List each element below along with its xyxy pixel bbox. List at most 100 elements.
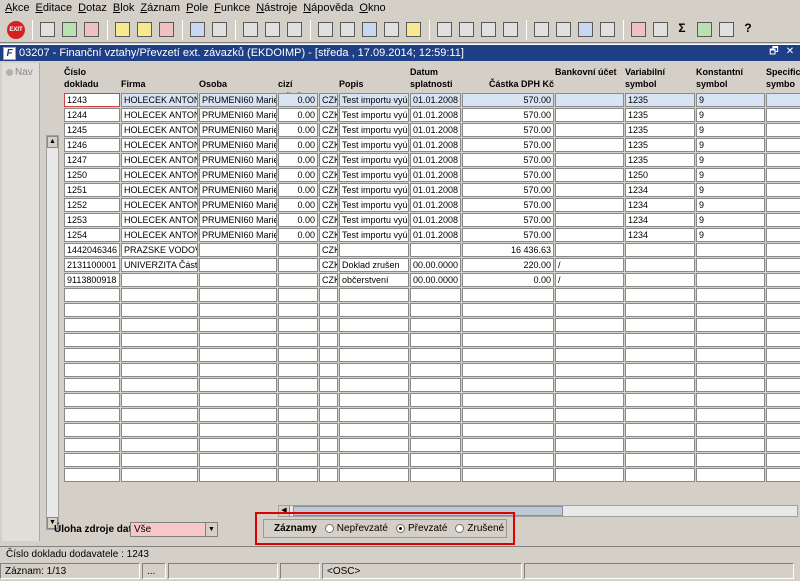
empty-cell[interactable] bbox=[696, 333, 765, 347]
table-cell-datum[interactable]: 00.00.0000 bbox=[410, 258, 461, 272]
menu-blok[interactable]: Blok bbox=[111, 0, 138, 17]
table-cell-bank[interactable]: / bbox=[555, 273, 624, 287]
settings-button[interactable] bbox=[403, 20, 423, 40]
filter-button[interactable] bbox=[209, 20, 229, 40]
table-cell-osoba[interactable] bbox=[199, 258, 277, 272]
table-cell-bank[interactable] bbox=[555, 108, 624, 122]
table-cell-ss[interactable] bbox=[766, 258, 800, 272]
empty-cell[interactable] bbox=[555, 303, 624, 317]
table-cell-bank[interactable] bbox=[555, 138, 624, 152]
menu-funkce[interactable]: Funkce bbox=[212, 0, 254, 17]
menu-dotaz[interactable]: Dotaz bbox=[76, 0, 111, 17]
empty-cell[interactable] bbox=[64, 288, 120, 302]
empty-cell[interactable] bbox=[199, 318, 277, 332]
table-cell-cizi[interactable] bbox=[278, 273, 318, 287]
table-cell-cizi[interactable] bbox=[278, 258, 318, 272]
empty-cell[interactable] bbox=[555, 318, 624, 332]
empty-cell[interactable] bbox=[339, 468, 409, 482]
table-cell-cislo[interactable]: 1246 bbox=[64, 138, 120, 152]
table-cell-bank[interactable] bbox=[555, 153, 624, 167]
table-cell-bank[interactable]: / bbox=[555, 258, 624, 272]
attach-button[interactable] bbox=[262, 20, 282, 40]
empty-cell[interactable] bbox=[319, 423, 338, 437]
table-cell-datum[interactable]: 01.01.2008 bbox=[410, 168, 461, 182]
empty-cell[interactable] bbox=[462, 288, 554, 302]
empty-cell[interactable] bbox=[121, 393, 198, 407]
globe-button[interactable] bbox=[575, 20, 595, 40]
table-cell-vs[interactable]: 1234 bbox=[625, 228, 695, 242]
empty-cell[interactable] bbox=[319, 318, 338, 332]
empty-cell[interactable] bbox=[462, 438, 554, 452]
empty-cell[interactable] bbox=[462, 333, 554, 347]
empty-cell[interactable] bbox=[766, 318, 800, 332]
empty-cell[interactable] bbox=[625, 288, 695, 302]
empty-cell[interactable] bbox=[339, 408, 409, 422]
empty-cell[interactable] bbox=[64, 348, 120, 362]
table-cell-mena[interactable]: CZK bbox=[319, 138, 338, 152]
table-cell-cislo[interactable]: 1252 bbox=[64, 198, 120, 212]
empty-cell[interactable] bbox=[766, 408, 800, 422]
table-cell-datum[interactable]: 01.01.2008 bbox=[410, 153, 461, 167]
empty-cell[interactable] bbox=[555, 423, 624, 437]
empty-cell[interactable] bbox=[766, 438, 800, 452]
empty-cell[interactable] bbox=[462, 408, 554, 422]
table-cell-popis[interactable]: Test importu vyúč bbox=[339, 228, 409, 242]
empty-cell[interactable] bbox=[696, 303, 765, 317]
empty-cell[interactable] bbox=[696, 318, 765, 332]
empty-cell[interactable] bbox=[319, 468, 338, 482]
empty-cell[interactable] bbox=[64, 468, 120, 482]
vertical-scrollbar[interactable]: ▲ ▼ bbox=[46, 135, 59, 530]
table-cell-osoba[interactable] bbox=[199, 243, 277, 257]
table-cell-mena[interactable]: CZK bbox=[319, 183, 338, 197]
table-cell-ks[interactable]: 9 bbox=[696, 123, 765, 137]
empty-cell[interactable] bbox=[625, 363, 695, 377]
table-cell-firma[interactable]: HOLECEK ANTONIN bbox=[121, 228, 198, 242]
table-cell-bank[interactable] bbox=[555, 183, 624, 197]
table-cell-datum[interactable]: 01.01.2008 bbox=[410, 213, 461, 227]
table-cell-osoba[interactable]: PRUMENI60 Marie bbox=[199, 168, 277, 182]
empty-cell[interactable] bbox=[462, 318, 554, 332]
empty-cell[interactable] bbox=[319, 348, 338, 362]
table-cell-firma[interactable]: HOLECEK ANTONIN bbox=[121, 198, 198, 212]
table-cell-cizi[interactable]: 0.00 bbox=[278, 213, 318, 227]
table-cell-osoba[interactable]: PRUMENI60 Marie bbox=[199, 123, 277, 137]
table-cell-popis[interactable]: občerstvení bbox=[339, 273, 409, 287]
empty-cell[interactable] bbox=[121, 408, 198, 422]
empty-cell[interactable] bbox=[319, 333, 338, 347]
empty-cell[interactable] bbox=[278, 303, 318, 317]
empty-cell[interactable] bbox=[64, 303, 120, 317]
table-cell-firma[interactable]: HOLECEK ANTONIN bbox=[121, 183, 198, 197]
empty-cell[interactable] bbox=[555, 363, 624, 377]
table-cell-ss[interactable] bbox=[766, 168, 800, 182]
empty-cell[interactable] bbox=[410, 318, 461, 332]
table-cell-cislo[interactable]: 2131100001 bbox=[64, 258, 120, 272]
table-cell-castka[interactable]: 570.00 bbox=[462, 168, 554, 182]
table-cell-cizi[interactable]: 0.00 bbox=[278, 168, 318, 182]
empty-cell[interactable] bbox=[625, 438, 695, 452]
table-cell-bank[interactable] bbox=[555, 243, 624, 257]
empty-cell[interactable] bbox=[696, 288, 765, 302]
mail-button[interactable] bbox=[284, 20, 304, 40]
table-cell-firma[interactable]: UNIVERZITA Část: E bbox=[121, 258, 198, 272]
query-execute-button[interactable] bbox=[134, 20, 154, 40]
table-cell-cizi[interactable]: 0.00 bbox=[278, 93, 318, 107]
empty-cell[interactable] bbox=[319, 453, 338, 467]
empty-cell[interactable] bbox=[319, 303, 338, 317]
table-cell-popis[interactable] bbox=[339, 243, 409, 257]
empty-cell[interactable] bbox=[319, 363, 338, 377]
empty-cell[interactable] bbox=[555, 453, 624, 467]
empty-cell[interactable] bbox=[278, 408, 318, 422]
empty-cell[interactable] bbox=[121, 333, 198, 347]
table-cell-osoba[interactable]: PRUMENI60 Marie bbox=[199, 183, 277, 197]
empty-cell[interactable] bbox=[278, 333, 318, 347]
empty-cell[interactable] bbox=[199, 303, 277, 317]
empty-cell[interactable] bbox=[199, 468, 277, 482]
empty-cell[interactable] bbox=[199, 348, 277, 362]
nav-toggle[interactable]: Nav bbox=[6, 67, 33, 78]
radio-neprevzate[interactable]: Nepřevzaté bbox=[324, 523, 388, 534]
sum-button[interactable]: Σ bbox=[672, 20, 692, 40]
table-cell-popis[interactable]: Test importu vyúč bbox=[339, 123, 409, 137]
delete-button[interactable] bbox=[81, 20, 101, 40]
table-cell-vs[interactable]: 1234 bbox=[625, 183, 695, 197]
table-cell-datum[interactable]: 01.01.2008 bbox=[410, 183, 461, 197]
